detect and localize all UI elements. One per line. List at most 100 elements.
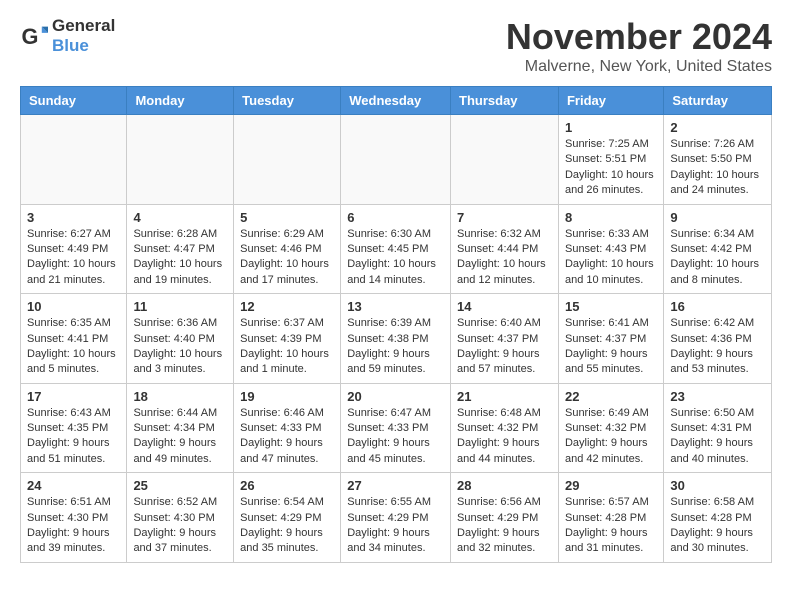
day-info: Sunrise: 6:27 AM Sunset: 4:49 PM Dayligh… bbox=[27, 227, 120, 289]
day-info: Sunrise: 7:25 AM Sunset: 5:51 PM Dayligh… bbox=[565, 137, 657, 199]
weekday-header-monday: Monday bbox=[127, 87, 234, 115]
day-number: 9 bbox=[670, 210, 765, 225]
day-number: 19 bbox=[240, 389, 334, 404]
day-info: Sunrise: 6:41 AM Sunset: 4:37 PM Dayligh… bbox=[565, 316, 657, 378]
page-header: G General Blue November 2024 Malverne, N… bbox=[20, 16, 772, 76]
day-info: Sunrise: 6:50 AM Sunset: 4:31 PM Dayligh… bbox=[670, 406, 765, 468]
day-info: Sunrise: 6:32 AM Sunset: 4:44 PM Dayligh… bbox=[457, 227, 552, 289]
day-number: 8 bbox=[565, 210, 657, 225]
week-row-3: 10Sunrise: 6:35 AM Sunset: 4:41 PM Dayli… bbox=[21, 294, 772, 384]
calendar-cell: 10Sunrise: 6:35 AM Sunset: 4:41 PM Dayli… bbox=[21, 294, 127, 384]
logo: G General Blue bbox=[20, 16, 115, 56]
calendar-cell: 13 Sunrise: 6:39 AM Sunset: 4:38 PM Dayli… bbox=[341, 294, 451, 384]
day-info: Sunrise: 6:44 AM Sunset: 4:34 PM Dayligh… bbox=[133, 406, 227, 468]
day-number: 2 bbox=[670, 120, 765, 135]
day-info: Sunrise: 6:40 AM Sunset: 4:37 PM Dayligh… bbox=[457, 316, 552, 378]
calendar-cell: 12 Sunrise: 6:37 AM Sunset: 4:39 PM Dayli… bbox=[234, 294, 341, 384]
logo-blue: Blue bbox=[52, 36, 89, 55]
day-number: 10 bbox=[27, 299, 120, 314]
day-info: Sunrise: 6:39 AM Sunset: 4:38 PM Dayligh… bbox=[347, 316, 444, 378]
day-number: 14 bbox=[457, 299, 552, 314]
day-number: 6 bbox=[347, 210, 444, 225]
svg-text:G: G bbox=[22, 24, 39, 49]
day-number: 23 bbox=[670, 389, 765, 404]
day-info: Sunrise: 6:55 AM Sunset: 4:29 PM Dayligh… bbox=[347, 495, 444, 557]
day-number: 7 bbox=[457, 210, 552, 225]
calendar-cell: 22 Sunrise: 6:49 AM Sunset: 4:32 PM Dayli… bbox=[558, 383, 663, 473]
logo-icon: G bbox=[20, 22, 48, 50]
calendar-cell: 27 Sunrise: 6:55 AM Sunset: 4:29 PM Dayli… bbox=[341, 473, 451, 563]
calendar-cell: 21 Sunrise: 6:48 AM Sunset: 4:32 PM Dayli… bbox=[451, 383, 559, 473]
calendar-cell: 4Sunrise: 6:28 AM Sunset: 4:47 PM Daylig… bbox=[127, 204, 234, 294]
day-number: 15 bbox=[565, 299, 657, 314]
day-number: 26 bbox=[240, 478, 334, 493]
month-title: November 2024 bbox=[506, 16, 772, 58]
calendar-cell bbox=[234, 115, 341, 205]
calendar-cell: 3 Sunrise: 6:27 AM Sunset: 4:49 PM Daylig… bbox=[21, 204, 127, 294]
calendar-cell: 23 Sunrise: 6:50 AM Sunset: 4:31 PM Dayli… bbox=[664, 383, 772, 473]
day-info: Sunrise: 7:26 AM Sunset: 5:50 PM Dayligh… bbox=[670, 137, 765, 199]
day-number: 22 bbox=[565, 389, 657, 404]
weekday-header-thursday: Thursday bbox=[451, 87, 559, 115]
day-number: 11 bbox=[133, 299, 227, 314]
calendar-cell: 17Sunrise: 6:43 AM Sunset: 4:35 PM Dayli… bbox=[21, 383, 127, 473]
day-info: Sunrise: 6:34 AM Sunset: 4:42 PM Dayligh… bbox=[670, 227, 765, 289]
day-info: Sunrise: 6:48 AM Sunset: 4:32 PM Dayligh… bbox=[457, 406, 552, 468]
weekday-header-friday: Friday bbox=[558, 87, 663, 115]
day-number: 12 bbox=[240, 299, 334, 314]
calendar-cell: 8 Sunrise: 6:33 AM Sunset: 4:43 PM Daylig… bbox=[558, 204, 663, 294]
week-row-4: 17Sunrise: 6:43 AM Sunset: 4:35 PM Dayli… bbox=[21, 383, 772, 473]
weekday-header-wednesday: Wednesday bbox=[341, 87, 451, 115]
day-info: Sunrise: 6:49 AM Sunset: 4:32 PM Dayligh… bbox=[565, 406, 657, 468]
day-info: Sunrise: 6:28 AM Sunset: 4:47 PM Dayligh… bbox=[133, 227, 227, 289]
day-number: 20 bbox=[347, 389, 444, 404]
calendar-cell: 19Sunrise: 6:46 AM Sunset: 4:33 PM Dayli… bbox=[234, 383, 341, 473]
day-number: 30 bbox=[670, 478, 765, 493]
day-number: 3 bbox=[27, 210, 120, 225]
day-number: 1 bbox=[565, 120, 657, 135]
calendar-cell: 30 Sunrise: 6:58 AM Sunset: 4:28 PM Dayli… bbox=[664, 473, 772, 563]
day-number: 27 bbox=[347, 478, 444, 493]
calendar-cell: 9 Sunrise: 6:34 AM Sunset: 4:42 PM Daylig… bbox=[664, 204, 772, 294]
day-info: Sunrise: 6:56 AM Sunset: 4:29 PM Dayligh… bbox=[457, 495, 552, 557]
day-info: Sunrise: 6:30 AM Sunset: 4:45 PM Dayligh… bbox=[347, 227, 444, 289]
calendar-cell bbox=[127, 115, 234, 205]
calendar-cell: 28 Sunrise: 6:56 AM Sunset: 4:29 PM Dayli… bbox=[451, 473, 559, 563]
day-info: Sunrise: 6:51 AM Sunset: 4:30 PM Dayligh… bbox=[27, 495, 120, 557]
day-info: Sunrise: 6:47 AM Sunset: 4:33 PM Dayligh… bbox=[347, 406, 444, 468]
logo-general: General bbox=[52, 16, 115, 35]
day-number: 29 bbox=[565, 478, 657, 493]
day-info: Sunrise: 6:58 AM Sunset: 4:28 PM Dayligh… bbox=[670, 495, 765, 557]
day-info: Sunrise: 6:33 AM Sunset: 4:43 PM Dayligh… bbox=[565, 227, 657, 289]
calendar-cell: 11 Sunrise: 6:36 AM Sunset: 4:40 PM Dayli… bbox=[127, 294, 234, 384]
calendar-cell: 16 Sunrise: 6:42 AM Sunset: 4:36 PM Dayli… bbox=[664, 294, 772, 384]
calendar-cell bbox=[21, 115, 127, 205]
calendar-cell: 20 Sunrise: 6:47 AM Sunset: 4:33 PM Dayli… bbox=[341, 383, 451, 473]
day-number: 13 bbox=[347, 299, 444, 314]
calendar-cell: 5Sunrise: 6:29 AM Sunset: 4:46 PM Daylig… bbox=[234, 204, 341, 294]
day-number: 21 bbox=[457, 389, 552, 404]
day-info: Sunrise: 6:54 AM Sunset: 4:29 PM Dayligh… bbox=[240, 495, 334, 557]
day-number: 25 bbox=[133, 478, 227, 493]
day-info: Sunrise: 6:29 AM Sunset: 4:46 PM Dayligh… bbox=[240, 227, 334, 289]
calendar-cell bbox=[341, 115, 451, 205]
day-info: Sunrise: 6:36 AM Sunset: 4:40 PM Dayligh… bbox=[133, 316, 227, 378]
day-info: Sunrise: 6:37 AM Sunset: 4:39 PM Dayligh… bbox=[240, 316, 334, 378]
title-area: November 2024 Malverne, New York, United… bbox=[506, 16, 772, 76]
calendar-cell: 25 Sunrise: 6:52 AM Sunset: 4:30 PM Dayli… bbox=[127, 473, 234, 563]
day-info: Sunrise: 6:42 AM Sunset: 4:36 PM Dayligh… bbox=[670, 316, 765, 378]
day-info: Sunrise: 6:57 AM Sunset: 4:28 PM Dayligh… bbox=[565, 495, 657, 557]
weekday-header-row: SundayMondayTuesdayWednesdayThursdayFrid… bbox=[21, 87, 772, 115]
calendar-cell: 6 Sunrise: 6:30 AM Sunset: 4:45 PM Daylig… bbox=[341, 204, 451, 294]
calendar-cell: 2 Sunrise: 7:26 AM Sunset: 5:50 PM Daylig… bbox=[664, 115, 772, 205]
weekday-header-tuesday: Tuesday bbox=[234, 87, 341, 115]
day-number: 16 bbox=[670, 299, 765, 314]
day-info: Sunrise: 6:52 AM Sunset: 4:30 PM Dayligh… bbox=[133, 495, 227, 557]
calendar-cell: 1 Sunrise: 7:25 AM Sunset: 5:51 PM Daylig… bbox=[558, 115, 663, 205]
calendar-cell bbox=[451, 115, 559, 205]
location-title: Malverne, New York, United States bbox=[506, 58, 772, 76]
calendar-cell: 18Sunrise: 6:44 AM Sunset: 4:34 PM Dayli… bbox=[127, 383, 234, 473]
calendar-cell: 15 Sunrise: 6:41 AM Sunset: 4:37 PM Dayli… bbox=[558, 294, 663, 384]
day-number: 28 bbox=[457, 478, 552, 493]
weekday-header-sunday: Sunday bbox=[21, 87, 127, 115]
